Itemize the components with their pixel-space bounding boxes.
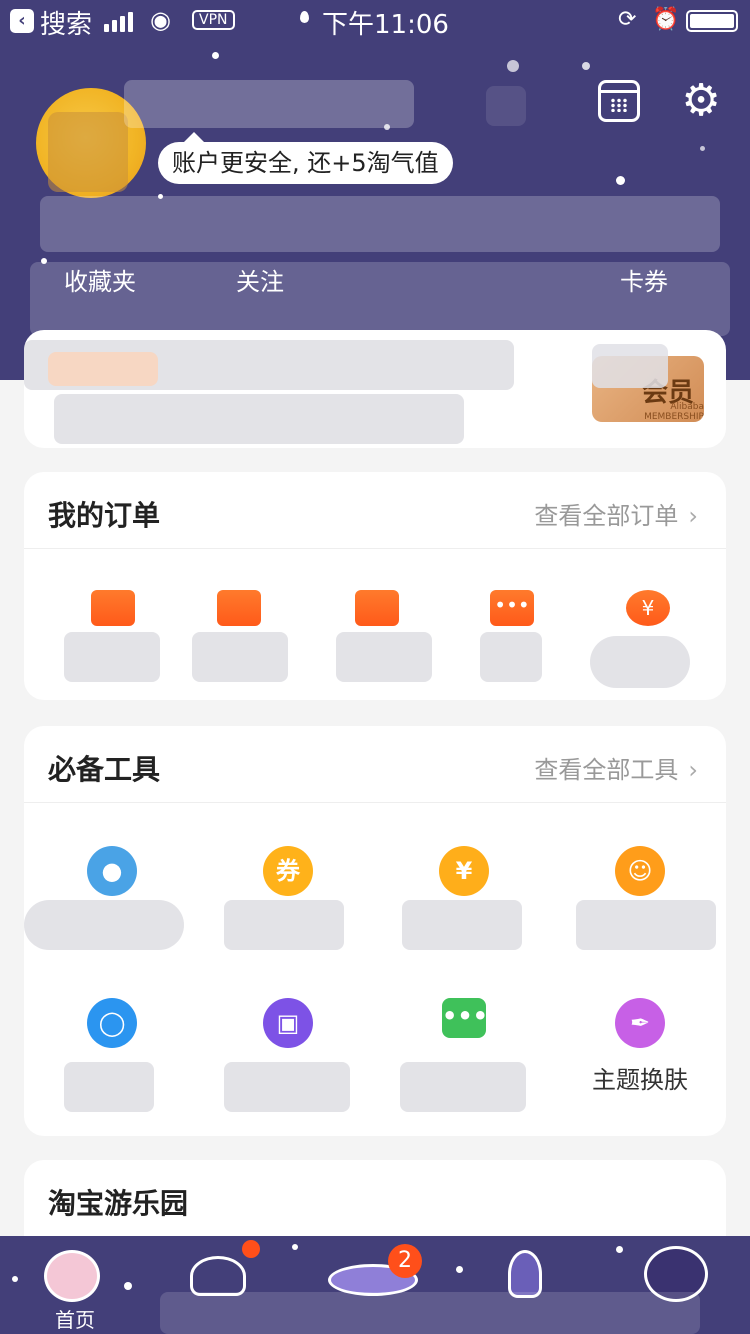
order-pending-review[interactable]: •••	[482, 590, 542, 630]
tool-item[interactable]: ✒ 主题换肤	[555, 998, 725, 1136]
view-all-orders-label: 查看全部订单	[534, 502, 679, 530]
membership-card[interactable]: 会员 Alibaba MEMBERSHIP	[24, 330, 726, 448]
refund-icon: ¥	[626, 590, 670, 626]
status-bar: ‹ 搜索 ◉ VPN 下午11:06 ⟳ ⏰	[0, 0, 750, 40]
back-app-label[interactable]: 搜索	[40, 4, 92, 41]
divider	[24, 802, 726, 803]
tv-icon: ▣	[263, 998, 313, 1048]
tools-title: 必备工具	[48, 753, 161, 786]
delivery-truck-icon	[355, 590, 399, 626]
tool-label-blur	[24, 900, 184, 950]
location-icon	[300, 11, 309, 23]
ufo-badge: 2	[388, 1244, 422, 1278]
package-icon	[217, 590, 261, 626]
view-all-tools-link[interactable]: 查看全部工具 ›	[534, 750, 698, 785]
tool-label-blur	[576, 900, 716, 950]
order-label-blur	[64, 632, 160, 682]
view-all-tools-label: 查看全部工具	[534, 756, 679, 784]
order-pending-payment[interactable]	[83, 590, 143, 630]
avatar-blur	[48, 112, 128, 192]
tab-home-label: 首页	[55, 1308, 95, 1332]
wallet-icon	[91, 590, 135, 626]
orders-title: 我的订单	[48, 499, 161, 532]
theme-skin-label: 主题换肤	[592, 1066, 688, 1094]
alarm-icon: ⏰	[652, 7, 680, 32]
tools-section: 必备工具 查看全部工具 › ● 券 ¥ ☺ ◯ ▣ ••• ✒ 主题换肤	[24, 726, 726, 1136]
battery-icon	[686, 10, 738, 32]
back-arrow-icon[interactable]: ‹	[10, 9, 34, 33]
snowflake	[212, 52, 219, 59]
order-pending-shipment[interactable]	[209, 590, 269, 630]
order-label-blur	[336, 632, 432, 682]
username-blur	[124, 80, 414, 128]
stats-blur	[40, 196, 720, 252]
vpn-indicator: VPN	[192, 10, 235, 30]
tool-label-blur	[402, 900, 522, 950]
notification-dot	[242, 1240, 260, 1258]
paint-brush-icon: ✒	[615, 998, 665, 1048]
rotation-lock-icon: ⟳	[618, 7, 637, 32]
snowflake	[700, 146, 705, 151]
coupon-icon: 券	[263, 846, 313, 896]
comment-icon: •••	[490, 590, 534, 626]
calendar-icon[interactable]	[598, 80, 640, 122]
home-avatar-icon	[44, 1250, 100, 1302]
order-pending-receipt[interactable]	[347, 590, 407, 630]
tabbar-blur	[160, 1292, 700, 1334]
divider	[24, 548, 726, 549]
vip-badge-sub: Alibaba MEMBERSHIP	[644, 402, 704, 422]
order-refund[interactable]: ¥	[618, 590, 678, 630]
wifi-icon: ◉	[150, 6, 171, 34]
yuan-coin-icon: ¥	[439, 846, 489, 896]
tool-label-blur	[224, 1062, 350, 1112]
snowflake	[616, 176, 625, 185]
shortcut-blur	[30, 262, 730, 336]
tool-label-blur	[64, 1062, 154, 1112]
order-label-blur	[590, 636, 690, 688]
chevron-right-icon: ›	[688, 756, 698, 784]
playground-title: 淘宝游乐园	[48, 1187, 189, 1220]
view-all-orders-link[interactable]: 查看全部订单 ›	[534, 496, 698, 531]
gear-icon[interactable]: ⚙	[678, 78, 724, 124]
status-time: 下午11:06	[322, 10, 449, 40]
tool-label-blur	[224, 900, 344, 950]
snowflake	[582, 62, 590, 70]
tab-home[interactable]: 首页	[0, 1236, 150, 1334]
membership-blur	[48, 352, 158, 386]
blur-patch	[486, 86, 526, 126]
mascot-icon: ☺	[615, 846, 665, 896]
security-tip[interactable]: 账户更安全, 还+5淘气值	[158, 132, 453, 184]
satellite-icon	[190, 1256, 246, 1296]
drop-icon: ◯	[87, 998, 137, 1048]
membership-blur	[54, 394, 464, 444]
profile-header: ‹ 搜索 ◉ VPN 下午11:06 ⟳ ⏰ 账户更安全, 还+5淘气值 ⚙ 收…	[0, 0, 750, 380]
chevron-right-icon: ›	[688, 502, 698, 530]
bottom-tabbar: 首页 2	[0, 1236, 750, 1334]
vip-badge-blur	[592, 344, 668, 388]
rocket-icon	[508, 1250, 542, 1298]
order-label-blur	[192, 632, 288, 682]
chat-bubble-icon: •••	[442, 998, 488, 1038]
signal-icon	[104, 12, 136, 32]
polar-bear-icon: ●	[87, 846, 137, 896]
snowflake	[507, 60, 519, 72]
tool-label-blur	[400, 1062, 526, 1112]
order-label-blur	[480, 632, 542, 682]
orders-section: 我的订单 查看全部订单 › ••• ¥	[24, 472, 726, 700]
